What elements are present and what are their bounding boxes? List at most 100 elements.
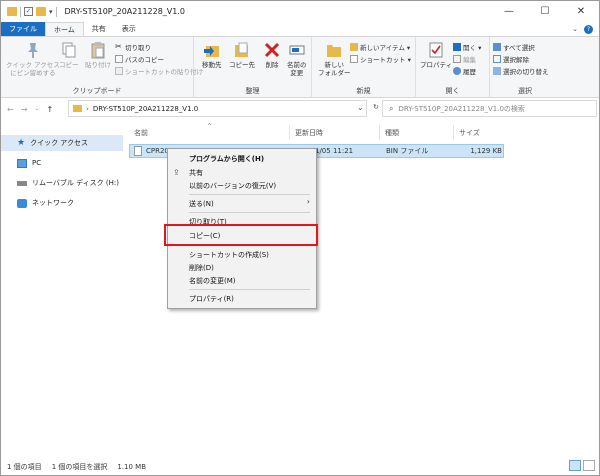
delete-button[interactable]: 削除 bbox=[263, 41, 281, 69]
window-title: DRY-ST510P_20A211228_V1.0 bbox=[64, 7, 185, 16]
status-item-count: 1 個の項目 bbox=[7, 462, 42, 471]
new-folder-icon bbox=[325, 41, 343, 59]
computer-icon bbox=[17, 158, 27, 168]
clipboard-group-label: クリップボード bbox=[72, 87, 122, 95]
nav-item-removable-disk[interactable]: リムーバブル ディスク (H:) bbox=[1, 175, 123, 191]
menu-item-send-to[interactable]: 送る(N) › bbox=[168, 197, 316, 210]
paste-shortcut-button[interactable]: ショートカットの貼り付け bbox=[115, 66, 203, 76]
network-icon bbox=[17, 198, 27, 208]
search-icon: ⌕ bbox=[389, 103, 394, 113]
copy-to-icon bbox=[233, 41, 251, 59]
column-header-date[interactable]: 更新日時 bbox=[295, 125, 375, 140]
refresh-icon[interactable]: ↻ bbox=[373, 103, 379, 111]
history-icon bbox=[453, 67, 461, 75]
menu-item-create-shortcut[interactable]: ショートカットの作成(S) bbox=[168, 248, 316, 261]
file-size: 1,129 KB bbox=[470, 147, 502, 155]
copy-path-icon bbox=[115, 55, 123, 63]
address-row: ← → ⌄ ↑ › DRY-ST510P_20A211228_V1.0 ⌄ ↻ … bbox=[1, 99, 599, 119]
menu-item-delete[interactable]: 削除(D) bbox=[168, 261, 316, 274]
details-view-icon[interactable] bbox=[569, 460, 581, 471]
divider bbox=[55, 6, 57, 17]
copy-to-button[interactable]: コピー先 bbox=[229, 41, 255, 69]
copy-path-button[interactable]: パスのコピー bbox=[115, 54, 164, 64]
move-to-button[interactable]: 移動先 bbox=[202, 41, 222, 69]
edit-icon bbox=[453, 55, 461, 63]
status-bar: 1 個の項目 1 個の項目を選択 1.10 MB bbox=[1, 458, 599, 475]
select-all-button[interactable]: すべて選択 bbox=[493, 42, 535, 52]
tab-file[interactable]: ファイル bbox=[1, 22, 45, 36]
address-bar[interactable]: › DRY-ST510P_20A211228_V1.0 bbox=[68, 100, 367, 117]
search-input[interactable]: ⌕ DRY-ST510P_20A211228_V1.0の検索 bbox=[382, 100, 597, 117]
tab-home[interactable]: ホーム bbox=[45, 22, 84, 36]
organize-group-label: 整理 bbox=[245, 87, 260, 95]
search-placeholder: DRY-ST510P_20A211228_V1.0の検索 bbox=[398, 104, 525, 113]
close-button[interactable]: ✕ bbox=[563, 1, 599, 22]
menu-item-share[interactable]: ⇪ 共有 bbox=[168, 166, 316, 179]
highlight-box bbox=[164, 224, 318, 246]
menu-item-properties[interactable]: プロパティ(R) bbox=[168, 292, 316, 305]
select-none-button[interactable]: 選択解除 bbox=[493, 54, 529, 64]
back-arrow-icon[interactable]: ← bbox=[7, 105, 14, 114]
nav-item-network[interactable]: ネットワーク bbox=[1, 195, 123, 211]
properties-check-icon[interactable]: ✓ bbox=[24, 7, 33, 16]
new-folder-icon[interactable] bbox=[36, 7, 46, 16]
paste-button[interactable]: 貼り付け bbox=[85, 41, 111, 69]
menu-item-open-with[interactable]: プログラムから開く(H) bbox=[168, 152, 316, 165]
history-button[interactable]: 履歴 bbox=[453, 66, 476, 76]
column-header-size[interactable]: サイズ bbox=[459, 125, 504, 140]
copy-icon bbox=[60, 41, 78, 59]
folder-icon bbox=[7, 7, 17, 16]
menu-item-rename[interactable]: 名前の変更(M) bbox=[168, 274, 316, 287]
menu-item-restore-previous[interactable]: 以前のバージョンの復元(V) bbox=[168, 179, 316, 192]
nav-item-pc[interactable]: PC bbox=[1, 155, 123, 171]
cut-button[interactable]: ✂ 切り取り bbox=[115, 42, 151, 53]
folder-icon bbox=[73, 105, 82, 112]
minimize-button[interactable]: — bbox=[491, 1, 527, 22]
select-all-icon bbox=[493, 43, 501, 51]
rename-icon bbox=[288, 41, 306, 59]
clipboard-group: クイック アクセス にピン留めする コピー 貼り付け ✂ 切り取り パスのコピー… bbox=[1, 37, 203, 98]
select-group: すべて選択 選択解除 選択の切り替え 選択 bbox=[490, 37, 560, 98]
ribbon: クイック アクセス にピン留めする コピー 貼り付け ✂ 切り取り パスのコピー… bbox=[1, 36, 599, 98]
pin-quick-access-button[interactable]: クイック アクセス にピン留めする bbox=[6, 41, 60, 77]
tab-share[interactable]: 共有 bbox=[84, 22, 114, 36]
properties-icon bbox=[427, 41, 445, 59]
divider bbox=[289, 125, 290, 140]
customize-qat-icon[interactable]: ▾ bbox=[49, 8, 53, 16]
navigation-pane: ★ クイック アクセス PC リムーバブル ディスク (H:) ネットワーク bbox=[1, 125, 123, 455]
large-icons-view-icon[interactable] bbox=[583, 460, 595, 471]
forward-arrow-icon[interactable]: → bbox=[21, 105, 28, 114]
address-dropdown-icon[interactable]: ⌄ bbox=[357, 103, 364, 112]
tab-view[interactable]: 表示 bbox=[114, 22, 144, 36]
open-group-label: 開く bbox=[445, 87, 460, 95]
copy-button[interactable]: コピー bbox=[59, 41, 79, 69]
nav-item-quick-access[interactable]: ★ クイック アクセス bbox=[1, 135, 123, 151]
open-button[interactable]: 開く ▾ bbox=[453, 42, 481, 52]
up-arrow-icon[interactable]: ↑ bbox=[46, 105, 53, 114]
collapse-ribbon-icon[interactable]: ⌄ bbox=[572, 25, 578, 33]
easy-access-button[interactable]: ショートカット ▾ bbox=[350, 54, 411, 64]
column-header-type[interactable]: 種類 bbox=[385, 125, 455, 140]
select-none-icon bbox=[493, 55, 501, 63]
shortcut-icon bbox=[350, 55, 358, 63]
divider bbox=[453, 125, 454, 140]
rename-button[interactable]: 名前の 変更 bbox=[287, 41, 307, 77]
help-icon[interactable]: ? bbox=[584, 24, 593, 34]
properties-button[interactable]: プロパティ bbox=[420, 41, 452, 69]
divider bbox=[20, 6, 21, 17]
breadcrumb[interactable]: DRY-ST510P_20A211228_V1.0 bbox=[93, 105, 198, 113]
sort-arrow-icon: ^ bbox=[207, 123, 213, 130]
edit-button[interactable]: 編集 bbox=[453, 54, 476, 64]
divider bbox=[189, 194, 310, 195]
maximize-button[interactable]: ☐ bbox=[527, 1, 563, 22]
open-icon bbox=[453, 43, 461, 51]
open-group: プロパティ 開く ▾ 編集 履歴 開く bbox=[416, 37, 490, 98]
title-bar: ✓ ▾ DRY-ST510P_20A211228_V1.0 — ☐ ✕ bbox=[1, 1, 599, 22]
invert-selection-icon bbox=[493, 67, 501, 75]
file-name: CPR20 bbox=[146, 147, 169, 155]
breadcrumb-chevron-icon[interactable]: › bbox=[86, 105, 89, 113]
new-folder-button[interactable]: 新しい フォルダー bbox=[318, 41, 351, 77]
invert-selection-button[interactable]: 選択の切り替え bbox=[493, 66, 549, 76]
recent-chevron-icon[interactable]: ⌄ bbox=[34, 105, 39, 114]
new-item-button[interactable]: 新しいアイテム ▾ bbox=[350, 42, 410, 52]
